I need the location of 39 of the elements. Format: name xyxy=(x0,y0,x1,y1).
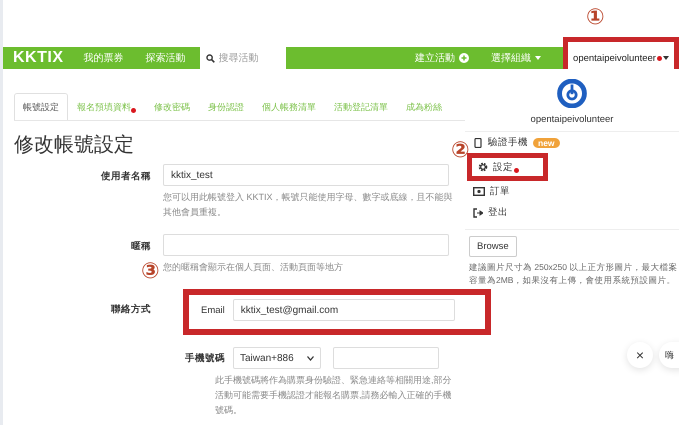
field-hint: 此手機號碼將作為購票身份驗證、緊急連絡等相關用途,部分活動可能需要手機認證才能報名購票,請務必輸入正確的手機號碼。 xyxy=(215,374,453,417)
field-label: 手機號碼 xyxy=(185,352,225,364)
plus-icon xyxy=(459,53,469,63)
tab[interactable]: 帳號設定 xyxy=(14,93,68,120)
field-label: 聯絡方式 xyxy=(110,302,151,317)
field-label: 暱稱 xyxy=(130,240,151,254)
chat-bubble[interactable]: 嗨 xyxy=(659,342,679,368)
menu-item[interactable]: 訂單 xyxy=(473,181,510,202)
ticket-icon xyxy=(473,187,485,196)
upload-hint: 建議圖片尺寸為 250x250 以上正方形圖片，最大檔案容量為2MB，如果沒有上傳，會使用系統預設圖片。 xyxy=(469,261,678,287)
country-select[interactable]: Taiwan+886 xyxy=(233,347,321,369)
phone-field[interactable] xyxy=(333,347,439,369)
field-label: 使用者名稱 xyxy=(100,170,151,184)
step-number: ② xyxy=(451,139,470,161)
gear-icon xyxy=(478,162,488,172)
new-badge: new xyxy=(533,138,560,148)
menu-item[interactable]: 設定 xyxy=(467,153,548,181)
menu-item[interactable]: 驗證手機 new xyxy=(473,132,560,153)
field-hint: 您的暱稱會顯示在個人頁面、活動頁面等地方 xyxy=(163,261,344,274)
step-number: ③ xyxy=(141,260,160,282)
search-field[interactable]: 搜尋活動 xyxy=(200,47,286,69)
caret-icon xyxy=(535,56,541,60)
chevron-down-icon xyxy=(307,356,314,360)
step-number: ① xyxy=(586,6,605,28)
phone-icon xyxy=(473,138,483,148)
close-button[interactable]: × xyxy=(627,342,653,368)
nickname-field[interactable] xyxy=(163,234,449,256)
user-name: opentaipeivolunteer xyxy=(530,114,614,125)
menu-item[interactable]: 登出 xyxy=(473,202,508,223)
user-menu-button[interactable]: opentaipeivolunteer xyxy=(573,52,669,64)
page-title: 修改帳號設定 xyxy=(14,133,134,158)
field-hint: 您可以用此帳號登入 KKTIX，帳號只能使用字母、數字或底線，且不能與其他會員重複。 xyxy=(163,191,453,219)
caret-icon xyxy=(662,56,669,60)
email-field[interactable]: kktix_test@gmail.com xyxy=(232,299,455,321)
username-field[interactable]: kktix_test xyxy=(163,164,449,186)
field-label: Email xyxy=(201,304,225,316)
search-icon xyxy=(206,54,214,62)
browse-button[interactable]: Browse xyxy=(469,236,517,257)
sign-out-icon xyxy=(473,208,483,218)
